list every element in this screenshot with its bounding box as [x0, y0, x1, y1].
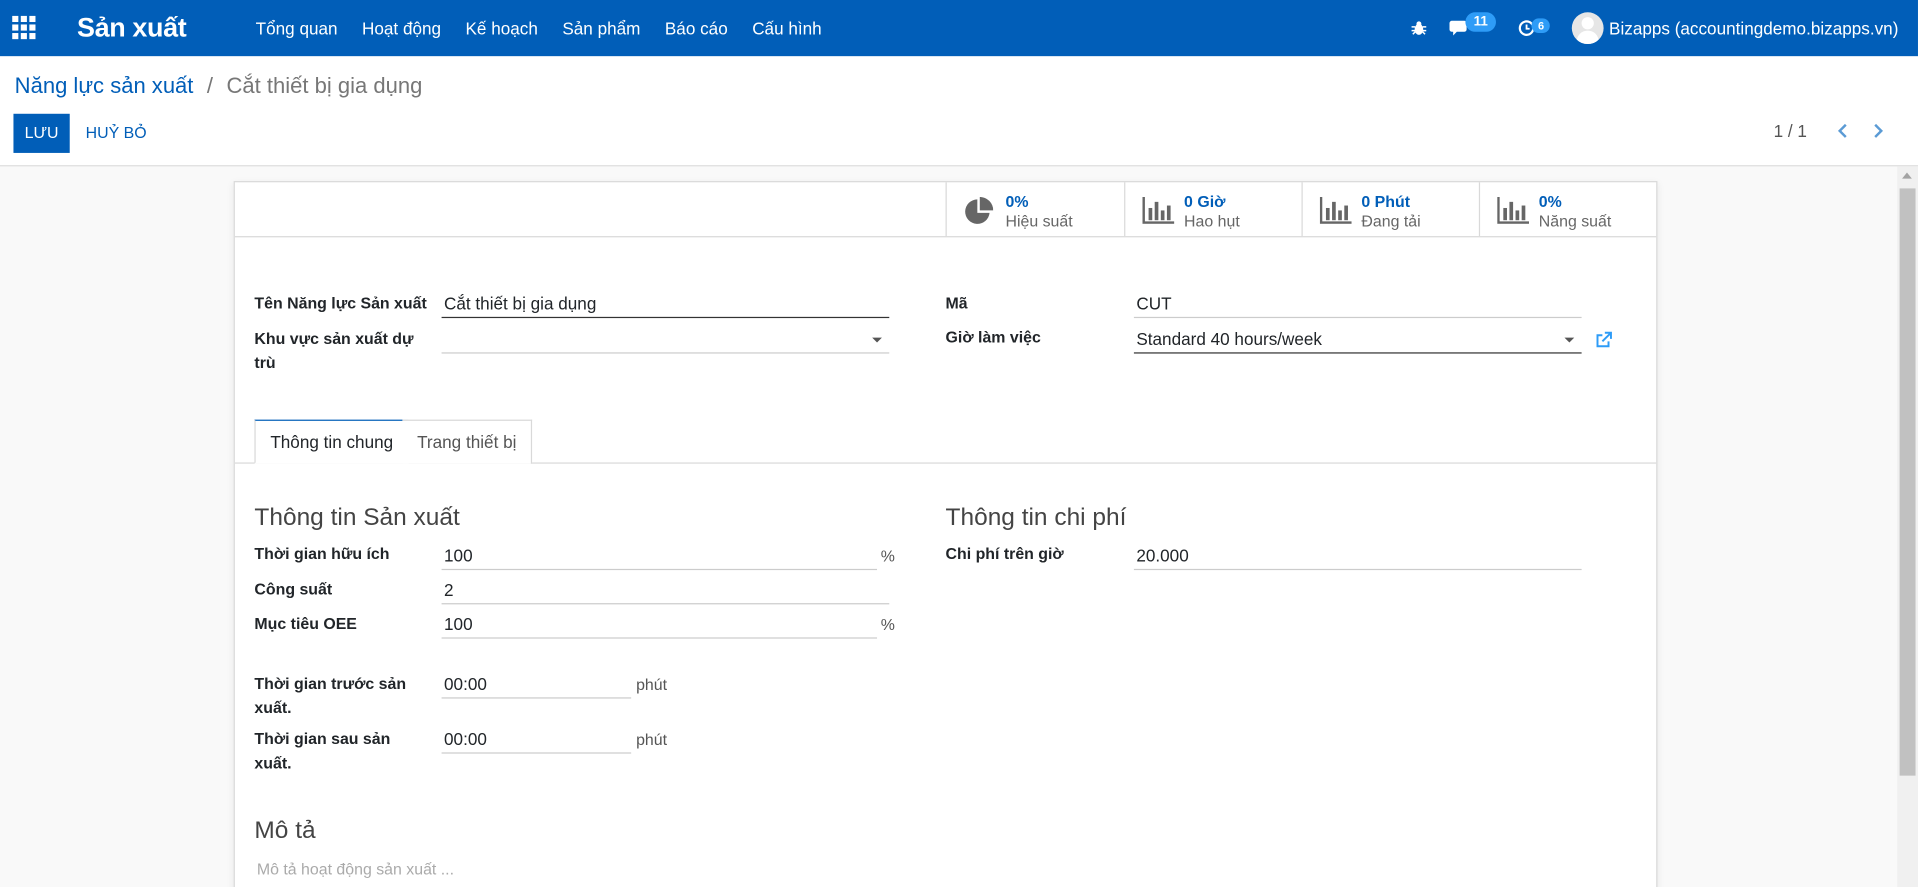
messages-menu[interactable]: 11: [1449, 12, 1497, 37]
bug-icon[interactable]: [1410, 20, 1427, 37]
menu-item-configuration[interactable]: Cấu hình: [740, 0, 834, 56]
stat-value: 0%: [1005, 192, 1029, 211]
control-panel: Năng lực sản xuất / Cắt thiết bị gia dụn…: [0, 56, 1918, 167]
save-button[interactable]: LƯU: [13, 113, 70, 153]
top-navbar: Sản xuất Tổng quan Hoạt động Kế hoạch Sả…: [0, 0, 1918, 57]
external-link-icon[interactable]: [1595, 331, 1612, 349]
menu-item-reporting[interactable]: Báo cáo: [653, 0, 740, 56]
working-hours-label: Giờ làm việc: [945, 327, 1041, 347]
stat-label: Hao hụt: [1184, 211, 1240, 230]
user-menu[interactable]: Bizapps (accountingdemo.bizapps.vn): [1609, 18, 1898, 38]
app-title[interactable]: Sản xuất: [77, 12, 187, 44]
stat-button-loss[interactable]: 0 Giờ Hao hụt: [1124, 182, 1303, 237]
capacity-label: Công suất: [254, 579, 333, 599]
stat-button-load[interactable]: 0 Phút Đang tải: [1301, 182, 1480, 237]
oee-target-input[interactable]: 100: [441, 612, 878, 639]
pie-chart-icon: [965, 196, 994, 224]
percent-unit: %: [880, 546, 895, 566]
activities-menu[interactable]: 6: [1518, 18, 1551, 37]
stat-value: 0%: [1538, 192, 1562, 211]
breadcrumb: Năng lực sản xuất / Cắt thiết bị gia dụn…: [15, 73, 423, 99]
cost-per-hour-input[interactable]: 20.000: [1133, 543, 1582, 571]
tab-equipment[interactable]: Trang thiết bị: [402, 419, 533, 464]
stat-label: Năng suất: [1538, 211, 1612, 230]
caret-down-icon: [1564, 337, 1575, 343]
name-label: Tên Năng lực Sản xuất: [254, 293, 427, 312]
minutes-unit: phút: [636, 675, 668, 694]
notebook-tabs: Thông tin chung Trang thiết bị: [234, 419, 1657, 464]
capacity-input[interactable]: 2: [441, 577, 890, 605]
stat-value: 0 Giờ: [1184, 192, 1226, 211]
alternative-workcenter-select[interactable]: [441, 327, 890, 354]
page-scrollbar[interactable]: [1897, 166, 1918, 887]
user-avatar[interactable]: [1572, 12, 1605, 45]
breadcrumb-current: Cắt thiết bị gia dụng: [226, 73, 423, 98]
tab-general-info[interactable]: Thông tin chung: [254, 419, 410, 464]
menu-item-overview[interactable]: Tổng quan: [243, 0, 349, 56]
code-label: Mã: [945, 293, 968, 312]
chevron-right-icon[interactable]: [1869, 121, 1886, 141]
scrollbar-thumb[interactable]: [1899, 188, 1916, 776]
pager-value[interactable]: 1 / 1: [1774, 121, 1807, 141]
breadcrumb-parent-link[interactable]: Năng lực sản xuất: [15, 73, 194, 97]
oee-target-label: Mục tiêu OEE: [254, 614, 357, 633]
time-efficiency-label: Thời gian hữu ích: [254, 544, 390, 563]
name-input[interactable]: Cắt thiết bị gia dụng: [441, 291, 890, 319]
alternative-label: Khu vực sản xuất dự trù: [254, 329, 414, 372]
percent-unit: %: [880, 615, 895, 634]
stat-label: Hiệu suất: [1005, 211, 1073, 230]
stat-button-efficiency[interactable]: 0% Hiệu suất: [945, 182, 1125, 237]
code-input[interactable]: CUT: [1133, 291, 1582, 319]
breadcrumb-separator: /: [206, 73, 214, 98]
bar-chart-icon: [1497, 196, 1529, 224]
stat-label: Đang tải: [1361, 211, 1421, 230]
form-sheet: 0% Hiệu suất 0 Giờ Hao hụt 0 Phút Đang t…: [233, 181, 1658, 887]
time-efficiency-input[interactable]: 100: [441, 543, 878, 571]
menu-item-planning[interactable]: Kế hoạch: [453, 0, 550, 56]
stat-value: 0 Phút: [1361, 192, 1411, 211]
menu-item-products[interactable]: Sản phẩm: [550, 0, 653, 56]
button-box-divider: [234, 236, 1657, 238]
production-info-title: Thông tin Sản xuất: [254, 504, 460, 531]
messages-count-badge: 11: [1465, 12, 1497, 32]
time-stop-input[interactable]: 00:00: [441, 727, 632, 754]
time-start-input[interactable]: 00:00: [441, 672, 632, 699]
description-input[interactable]: Mô tả hoạt động sản xuất ...: [257, 860, 454, 878]
minutes-unit: phút: [636, 730, 668, 749]
bar-chart-icon: [1142, 196, 1175, 224]
working-hours-select[interactable]: Standard 40 hours/week: [1133, 327, 1582, 354]
time-stop-label: Thời gian sau sản xuất.: [254, 729, 391, 772]
costing-info-title: Thông tin chi phí: [945, 504, 1127, 531]
description-title: Mô tả: [254, 817, 316, 845]
activities-count-badge: 6: [1531, 18, 1551, 34]
systray: 11 6 Bizapps (accountingdemo.bizapps.vn): [1410, 0, 1898, 56]
bar-chart-icon: [1319, 196, 1352, 224]
time-start-label: Thời gian trước sản xuất.: [254, 674, 407, 717]
apps-menu-icon[interactable]: [12, 15, 39, 40]
scroll-up-arrow-icon[interactable]: [1902, 172, 1912, 179]
caret-down-icon: [872, 337, 882, 343]
cost-per-hour-label: Chi phí trên giờ: [945, 544, 1064, 563]
chevron-left-icon[interactable]: [1835, 121, 1852, 141]
app-root: Sản xuất Tổng quan Hoạt động Kế hoạch Sả…: [0, 0, 1918, 887]
discard-button[interactable]: HUỶ BỎ: [86, 114, 147, 153]
menu-item-operations[interactable]: Hoạt động: [350, 0, 453, 56]
main-menu: Tổng quan Hoạt động Kế hoạch Sản phẩm Bá…: [243, 0, 834, 56]
stat-button-performance[interactable]: 0% Năng suất: [1478, 182, 1658, 237]
